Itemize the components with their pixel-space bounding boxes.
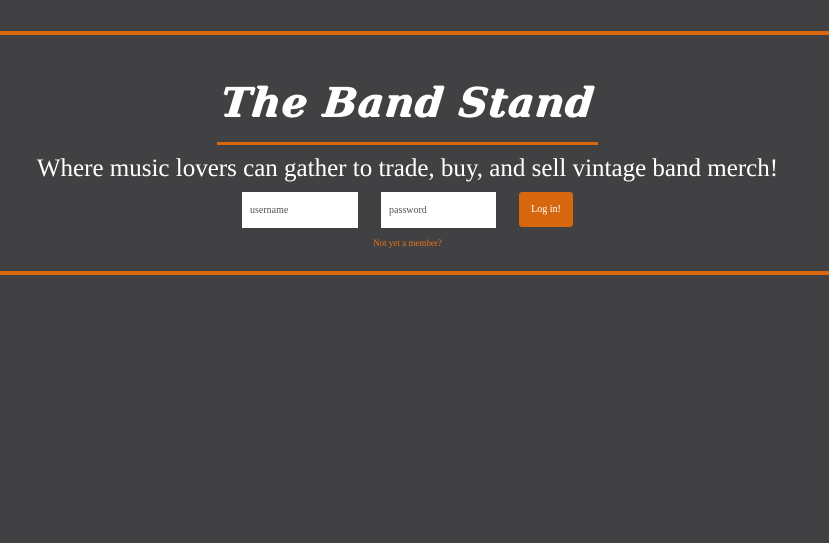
bottom-divider (0, 271, 829, 275)
title-underline (217, 142, 598, 145)
password-input[interactable] (381, 192, 496, 228)
site-title: The Band Stand (218, 79, 597, 126)
login-button[interactable]: Log in! (519, 192, 573, 227)
top-divider (0, 31, 829, 35)
signup-link[interactable]: Not yet a member? (0, 237, 815, 249)
site-tagline: Where music lovers can gather to trade, … (36, 155, 779, 182)
username-input[interactable] (242, 192, 358, 228)
